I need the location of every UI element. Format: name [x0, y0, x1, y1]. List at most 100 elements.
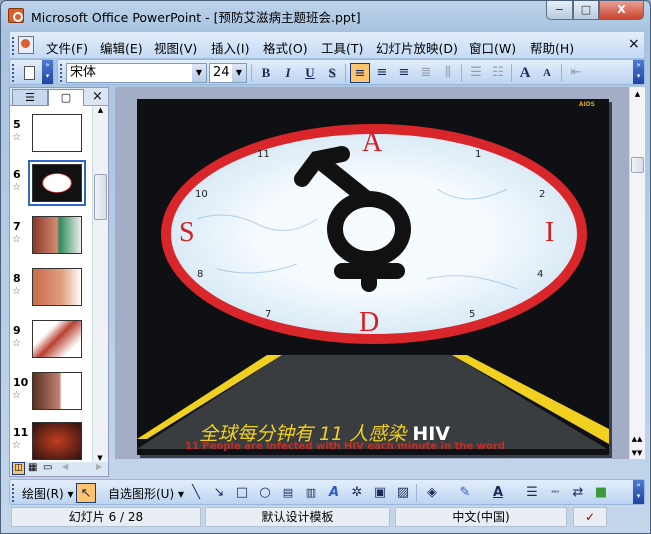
- align-center-button[interactable]: ≡: [372, 63, 392, 83]
- scroll-down-arrow[interactable]: ▼: [93, 454, 107, 462]
- menu-window[interactable]: 窗口(W): [469, 38, 516, 57]
- menu-format[interactable]: 格式(O): [263, 38, 308, 57]
- shadow-style-icon[interactable]: ■: [591, 483, 611, 503]
- dash-style-icon[interactable]: ┅: [545, 483, 565, 503]
- arrow-icon[interactable]: ↘: [209, 483, 229, 503]
- separator: [345, 64, 346, 82]
- tab-slides[interactable]: ▢: [48, 89, 84, 106]
- slide-thumbnail-9[interactable]: 9 ☆: [10, 320, 92, 366]
- line-style-icon[interactable]: ☰: [522, 483, 542, 503]
- toolbar-options-chevron[interactable]: » ▾: [633, 60, 644, 84]
- toolbar-options-chevron[interactable]: » ▾: [633, 480, 644, 504]
- arrow-style-icon[interactable]: ⇄: [568, 483, 588, 503]
- insert-picture-icon[interactable]: ▨: [393, 483, 413, 503]
- toolbar-grip[interactable]: [60, 64, 63, 82]
- title-bar: Microsoft Office PowerPoint - [预防艾滋病主题班会…: [1, 1, 650, 29]
- underline-button[interactable]: U: [300, 63, 320, 83]
- toolbar-grip[interactable]: [12, 484, 15, 502]
- slide-number: 5: [13, 118, 21, 131]
- minimize-button[interactable]: −: [546, 1, 573, 20]
- toolbar-grip[interactable]: [12, 64, 15, 82]
- italic-button[interactable]: I: [278, 63, 298, 83]
- separator: [416, 484, 417, 502]
- scroll-up-arrow[interactable]: ▲: [630, 87, 645, 98]
- autoshapes-menu[interactable]: 自选图形(U) ▾: [108, 485, 184, 502]
- font-name-select[interactable]: 宋体 ▼: [66, 63, 207, 83]
- vertical-text-box-icon[interactable]: ▥: [301, 483, 321, 503]
- next-slide-button[interactable]: ▼▼: [630, 449, 644, 457]
- bold-button[interactable]: B: [256, 63, 276, 83]
- normal-view-button[interactable]: ◫: [12, 462, 25, 475]
- diagram-icon[interactable]: ✲: [347, 483, 367, 503]
- slide-thumbnail-10[interactable]: 10 ☆: [10, 372, 92, 418]
- scroll-thumb[interactable]: [94, 174, 107, 220]
- slide-preview: [32, 268, 82, 306]
- select-objects-icon[interactable]: ↖: [76, 483, 96, 503]
- scroll-left-arrow[interactable]: ◀: [62, 462, 68, 471]
- justify-button[interactable]: ≣: [416, 63, 436, 83]
- rectangle-icon[interactable]: □: [232, 483, 252, 503]
- menu-file[interactable]: 文件(F): [46, 38, 88, 57]
- wordart-icon[interactable]: A: [324, 483, 344, 503]
- scroll-thumb[interactable]: [631, 157, 644, 173]
- menu-insert[interactable]: 插入(I): [211, 38, 249, 57]
- current-slide[interactable]: AIDS A S I D 11 1 2 10 8 4 7 5 全球每分钟有 11…: [137, 99, 609, 455]
- scroll-up-arrow[interactable]: ▲: [93, 106, 108, 114]
- slide-thumbnail-8[interactable]: 8 ☆: [10, 268, 92, 314]
- close-button[interactable]: X: [599, 1, 644, 20]
- slideshow-view-button[interactable]: ▭: [43, 462, 52, 473]
- align-left-button[interactable]: ≡: [350, 63, 370, 83]
- slide-scrollbar[interactable]: ▲ ▲▲ ▼▼: [629, 87, 645, 459]
- separator: [561, 64, 562, 82]
- font-size-value: 24: [213, 65, 230, 80]
- decrease-indent-button[interactable]: ⇤: [566, 63, 586, 83]
- slide-thumbnail-7[interactable]: 7 ☆: [10, 216, 92, 262]
- menu-edit[interactable]: 编辑(E): [100, 38, 143, 57]
- bullets-button[interactable]: ☷: [488, 63, 508, 83]
- align-right-button[interactable]: ≡: [394, 63, 414, 83]
- fill-color-icon[interactable]: ◈: [422, 483, 442, 503]
- clock-number: 1: [475, 149, 482, 160]
- slide-thumbnail-5[interactable]: 5 ☆: [10, 114, 92, 160]
- oval-icon[interactable]: ○: [255, 483, 275, 503]
- increase-font-button[interactable]: A: [515, 63, 535, 83]
- slide-thumbnail-11[interactable]: 11 ☆: [10, 422, 92, 462]
- toolbar-options-chevron[interactable]: » ▾: [42, 60, 53, 84]
- slide-thumbnail-6[interactable]: 6 ☆: [10, 160, 92, 210]
- font-size-select[interactable]: 24 ▼: [209, 63, 247, 83]
- slide-preview: [32, 216, 82, 254]
- slide-sorter-view-button[interactable]: ▦: [28, 462, 37, 473]
- font-color-icon[interactable]: A: [488, 483, 508, 503]
- font-name-value: 宋体: [70, 65, 97, 80]
- scroll-right-arrow[interactable]: ▶: [96, 462, 102, 471]
- chevron-down-icon[interactable]: ▼: [232, 64, 246, 82]
- line-color-icon[interactable]: ✎: [455, 483, 475, 503]
- menu-grip[interactable]: [12, 37, 15, 55]
- powerpoint-app-icon[interactable]: [8, 8, 24, 23]
- shadow-button[interactable]: S: [322, 63, 342, 83]
- document-icon[interactable]: [18, 36, 34, 54]
- line-icon[interactable]: ╲: [186, 483, 206, 503]
- tab-outline[interactable]: ☰: [12, 89, 48, 106]
- chevron-down-icon[interactable]: ▼: [192, 64, 206, 82]
- animation-star-icon: ☆: [12, 286, 21, 297]
- slide-number: 6: [13, 168, 21, 181]
- new-document-icon[interactable]: [19, 63, 39, 83]
- menu-help[interactable]: 帮助(H): [530, 38, 574, 57]
- thumbnails-scrollbar[interactable]: ▲ ▼: [92, 106, 108, 462]
- clip-art-icon[interactable]: ▣: [370, 483, 390, 503]
- menu-view[interactable]: 视图(V): [154, 38, 197, 57]
- decrease-font-button[interactable]: A: [537, 63, 557, 83]
- text-box-icon[interactable]: ▤: [278, 483, 298, 503]
- close-pane-button[interactable]: ×: [92, 89, 103, 104]
- animation-star-icon: ☆: [12, 234, 21, 245]
- menu-slideshow[interactable]: 幻灯片放映(D): [376, 38, 458, 57]
- draw-menu[interactable]: 绘图(R) ▾: [22, 485, 74, 502]
- previous-slide-button[interactable]: ▲▲: [630, 435, 644, 443]
- menu-tools[interactable]: 工具(T): [321, 38, 363, 57]
- close-document-button[interactable]: ×: [628, 36, 640, 52]
- spelling-check-icon[interactable]: ✓: [573, 507, 607, 527]
- maximize-button[interactable]: □: [573, 1, 599, 20]
- numbering-button[interactable]: ☰: [466, 63, 486, 83]
- distribute-button[interactable]: ⫼: [438, 63, 458, 83]
